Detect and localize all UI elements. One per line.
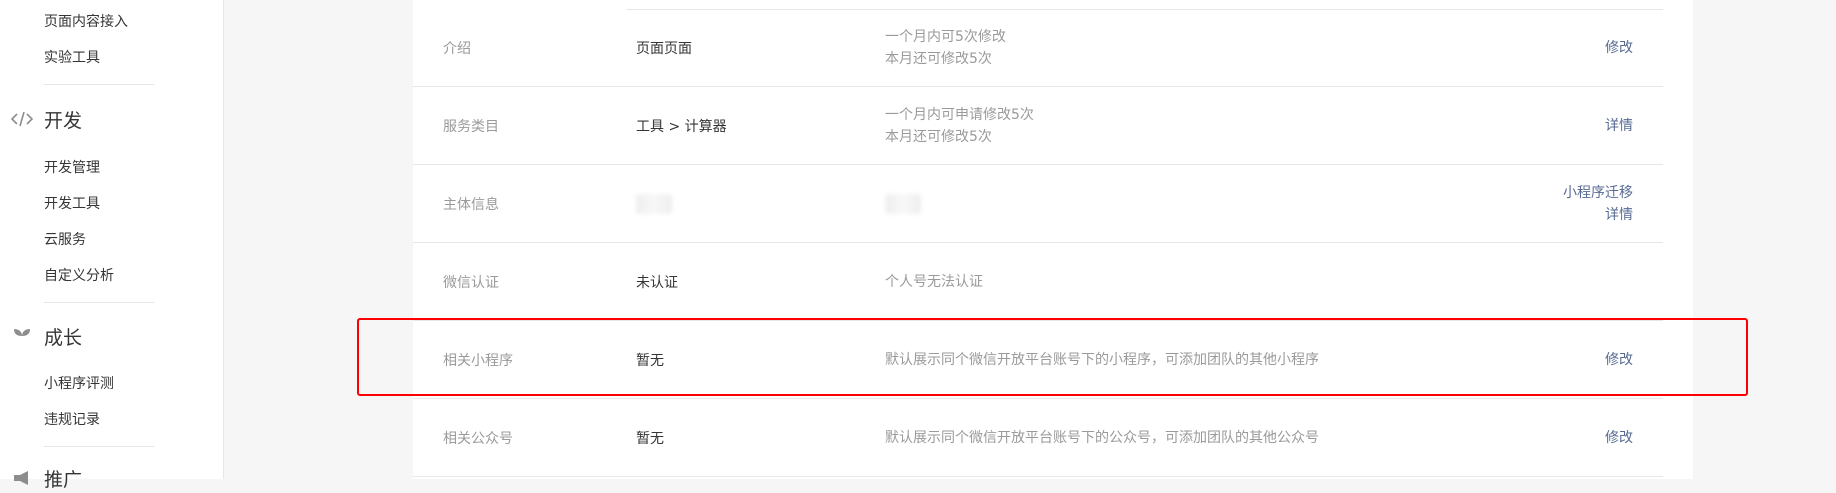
row-label: 微信认证 — [443, 274, 499, 291]
migrate-link[interactable]: 小程序迁移 — [1563, 182, 1633, 204]
row-actions: 修改 — [1605, 321, 1633, 398]
sidebar-item-violations[interactable]: 违规记录 — [44, 410, 100, 430]
sidebar-item-page-content[interactable]: 页面内容接入 — [44, 12, 128, 32]
edit-link[interactable]: 修改 — [1605, 427, 1633, 449]
row-description-line: 本月还可修改5次 — [885, 50, 992, 67]
sidebar-item-dev-tools[interactable]: 开发工具 — [44, 194, 100, 214]
sidebar-item-custom-analysis[interactable]: 自定义分析 — [44, 266, 114, 286]
row-actions: 详情 — [1605, 87, 1633, 164]
row-description-redacted — [885, 165, 921, 242]
row-value: 未认证 — [636, 274, 678, 291]
row-value: 暂无 — [636, 430, 664, 447]
row-description: 默认展示同个微信开放平台账号下的小程序，可添加团队的其他小程序 — [885, 321, 1319, 398]
settings-row-related-official-accounts: 相关公众号 暂无 默认展示同个微信开放平台账号下的公众号，可添加团队的其他公众号… — [413, 399, 1663, 477]
row-actions: 小程序迁移 详情 — [1563, 165, 1633, 242]
edit-link[interactable]: 修改 — [1605, 349, 1633, 371]
sidebar-section-title: 成长 — [44, 326, 83, 349]
row-description-line: 默认展示同个微信开放平台账号下的小程序，可添加团队的其他小程序 — [885, 351, 1319, 368]
row-actions: 修改 — [1605, 9, 1633, 86]
row-label: 服务类目 — [443, 118, 499, 135]
row-description: 默认展示同个微信开放平台账号下的公众号，可添加团队的其他公众号 — [885, 399, 1319, 476]
row-description-line: 一个月内可5次修改 — [885, 28, 1006, 45]
sidebar-item-experiment-tools[interactable]: 实验工具 — [44, 48, 100, 68]
row-label: 介绍 — [443, 40, 471, 57]
redacted-blur — [636, 193, 672, 214]
edit-link[interactable]: 修改 — [1605, 37, 1633, 59]
code-icon — [0, 111, 44, 127]
sidebar-divider — [44, 84, 154, 85]
settings-row-service-category: 服务类目 工具 > 计算器 一个月内可申请修改5次 本月还可修改5次 详情 — [413, 87, 1663, 165]
sidebar-section-title: 推广 — [44, 468, 83, 491]
row-value: 工具 > 计算器 — [636, 118, 727, 135]
settings-row-wechat-verification: 微信认证 未认证 个人号无法认证 — [413, 243, 1663, 321]
row-description: 一个月内可申请修改5次 本月还可修改5次 — [885, 87, 1034, 164]
sidebar-item-evaluation[interactable]: 小程序评测 — [44, 374, 114, 394]
row-label: 相关小程序 — [443, 352, 513, 369]
row-description-line: 个人号无法认证 — [885, 273, 983, 290]
row-actions: 修改 — [1605, 399, 1633, 476]
sidebar-section-title: 开发 — [44, 109, 83, 132]
row-description-line: 本月还可修改5次 — [885, 128, 992, 145]
settings-row-related-miniprograms: 相关小程序 暂无 默认展示同个微信开放平台账号下的小程序，可添加团队的其他小程序… — [413, 321, 1663, 399]
row-value-redacted — [636, 165, 672, 242]
sidebar-section-growth[interactable]: 成长 — [0, 321, 82, 351]
redacted-blur — [885, 193, 921, 214]
row-description-line: 一个月内可申请修改5次 — [885, 106, 1034, 123]
row-label: 主体信息 — [443, 196, 499, 213]
row-value: 暂无 — [636, 352, 664, 369]
row-description-line: 默认展示同个微信开放平台账号下的公众号，可添加团队的其他公众号 — [885, 429, 1319, 446]
sidebar-divider — [44, 302, 154, 303]
sidebar-item-dev-management[interactable]: 开发管理 — [44, 158, 100, 178]
sidebar-item-cloud-service[interactable]: 云服务 — [44, 230, 86, 250]
sidebar-section-develop[interactable]: 开发 — [0, 104, 82, 134]
row-description: 个人号无法认证 — [885, 243, 983, 320]
row-value: 页面页面 — [636, 40, 692, 57]
sprout-icon — [0, 327, 44, 345]
row-description: 一个月内可5次修改 本月还可修改5次 — [885, 9, 1006, 86]
details-link[interactable]: 详情 — [1605, 115, 1633, 137]
sidebar: 页面内容接入 实验工具 开发 开发管理 开发工具 云服务 自定义分析 成长 小程… — [0, 0, 224, 491]
settings-row-intro: 介绍 页面页面 一个月内可5次修改 本月还可修改5次 修改 — [413, 9, 1663, 87]
sidebar-divider — [44, 446, 154, 447]
megaphone-icon — [0, 469, 44, 487]
sidebar-section-promotion[interactable]: 推广 — [0, 463, 82, 493]
details-link[interactable]: 详情 — [1605, 204, 1633, 226]
settings-row-entity-info: 主体信息 小程序迁移 详情 — [413, 165, 1663, 243]
row-label: 相关公众号 — [443, 430, 513, 447]
